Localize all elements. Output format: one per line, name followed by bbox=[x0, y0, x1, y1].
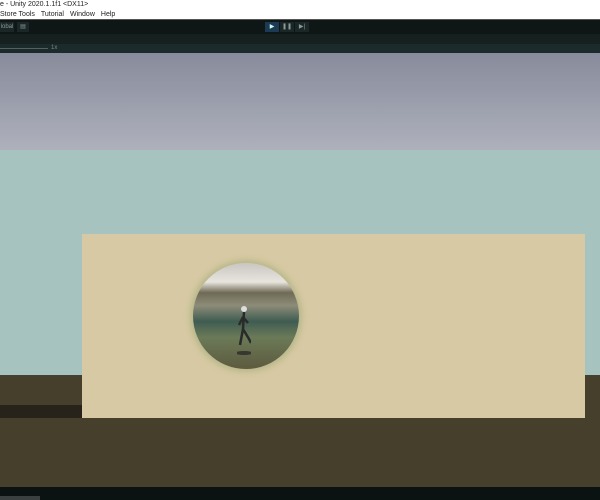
pause-button[interactable]: ❚❚ bbox=[280, 22, 294, 32]
game-view-toolbar bbox=[0, 34, 600, 44]
wall-shadow bbox=[0, 405, 82, 418]
main-toolbar: lobal ▤ ▶ ❚❚ ▶| bbox=[0, 20, 600, 34]
timescale-label: 1x bbox=[51, 45, 58, 51]
global-toggle[interactable]: lobal bbox=[0, 22, 14, 32]
menu-window[interactable]: Window bbox=[70, 10, 95, 19]
running-character bbox=[237, 306, 251, 355]
menu-store-tools[interactable]: Store Tools bbox=[0, 10, 35, 19]
sky bbox=[0, 53, 600, 150]
portal-view bbox=[193, 263, 299, 369]
step-icon: ▶| bbox=[298, 24, 306, 30]
timescale-slider[interactable] bbox=[0, 48, 48, 49]
play-button[interactable]: ▶ bbox=[265, 22, 279, 32]
menu-bar: Store Tools Tutorial Window Help bbox=[0, 10, 600, 20]
play-icon: ▶ bbox=[269, 24, 275, 30]
window-title: e - Unity 2020.1.1f1 <DX11> bbox=[0, 0, 600, 10]
pause-icon: ❚❚ bbox=[281, 24, 293, 30]
status-bar bbox=[0, 487, 600, 500]
timescale-bar: 1x bbox=[0, 44, 600, 53]
menu-tutorial[interactable]: Tutorial bbox=[41, 10, 64, 19]
step-button[interactable]: ▶| bbox=[295, 22, 309, 32]
game-view[interactable] bbox=[0, 53, 600, 487]
bottom-tab[interactable] bbox=[0, 496, 40, 500]
wall bbox=[82, 234, 585, 418]
grid-snap-icon[interactable]: ▤ bbox=[17, 22, 29, 32]
menu-help[interactable]: Help bbox=[101, 10, 115, 19]
